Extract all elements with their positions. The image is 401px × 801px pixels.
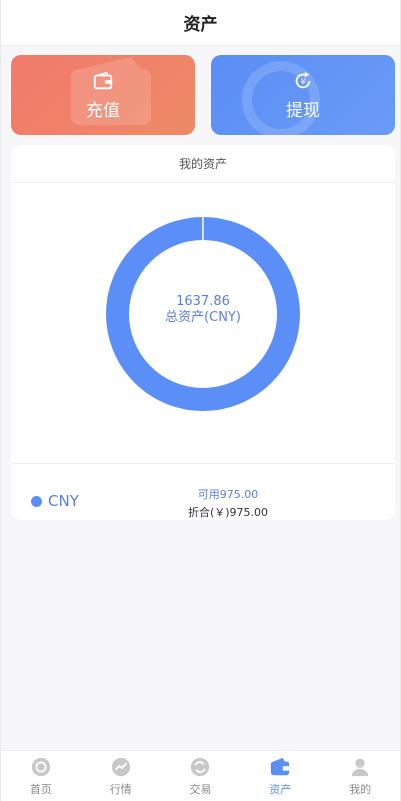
tab-market[interactable]: 行情 <box>81 751 161 801</box>
asset-legend: CNY 可用975.00 折合(￥)975.00 <box>11 463 395 520</box>
yen-refresh-icon: ¥ <box>295 71 311 88</box>
total-asset-summary: 1637.86 总资产(CNY) <box>11 294 395 326</box>
withdraw-button[interactable]: ¥ 提现 <box>211 55 395 135</box>
tab-profile-label: 我的 <box>349 782 372 796</box>
bottom-tab-bar: 首页 行情 交易 资产 我的 <box>1 750 400 801</box>
asset-chart: 1637.86 总资产(CNY) <box>11 184 395 462</box>
app-screen: 资产 充值 ¥ 提现 我的资产 1637.86 总资产(CNY) CNY 可用9… <box>0 0 401 801</box>
tab-market-label: 行情 <box>109 782 132 796</box>
trend-icon <box>111 757 130 776</box>
svg-text:¥: ¥ <box>300 76 305 86</box>
legend-dot <box>31 496 42 507</box>
home-icon <box>31 757 51 776</box>
page-title: 资产 <box>183 15 218 35</box>
legend-currency: CNY <box>48 492 79 510</box>
recharge-button[interactable]: 充值 <box>11 55 195 135</box>
user-icon <box>351 758 369 776</box>
exchange-icon <box>191 757 210 776</box>
recharge-label: 充值 <box>86 100 120 121</box>
tab-profile[interactable]: 我的 <box>320 751 400 801</box>
top-bar: 资产 <box>1 0 400 46</box>
wallet-icon <box>93 71 113 89</box>
withdraw-label: 提现 <box>286 100 320 121</box>
tab-trade[interactable]: 交易 <box>161 751 241 801</box>
wallet-icon <box>271 757 290 775</box>
available-balance: 可用975.00 <box>197 488 259 501</box>
total-asset-label: 总资产(CNY) <box>165 310 241 325</box>
tab-assets-label: 资产 <box>269 782 292 796</box>
converted-balance: 折合(￥)975.00 <box>187 506 269 519</box>
tab-assets[interactable]: 资产 <box>240 751 320 801</box>
yen-watermark-icon <box>242 61 320 135</box>
tab-trade-label: 交易 <box>189 782 212 796</box>
asset-card-title: 我的资产 <box>11 145 395 183</box>
tab-home[interactable]: 首页 <box>1 751 81 801</box>
tab-home-label: 首页 <box>29 782 52 796</box>
asset-card: 我的资产 1637.86 总资产(CNY) CNY 可用975.00 折合(￥)… <box>11 145 395 520</box>
total-asset-value: 1637.86 <box>176 294 230 309</box>
